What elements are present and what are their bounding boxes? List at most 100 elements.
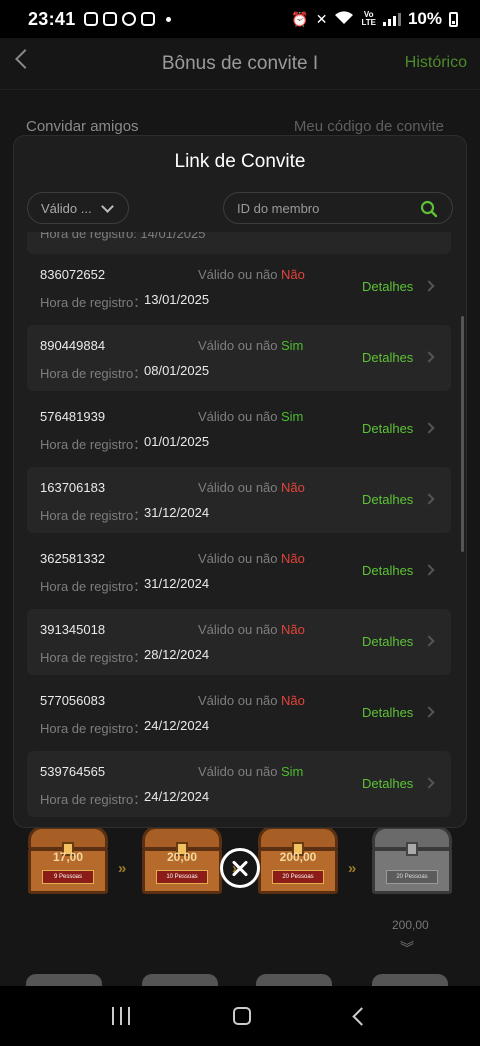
valid-status: Não [281, 480, 305, 495]
whatsapp-icon [121, 12, 136, 26]
member-id: 836072652 [40, 267, 106, 282]
modal-title: Link de Convite [174, 151, 306, 172]
close-modal-button[interactable] [220, 848, 260, 888]
details-button[interactable]: Detalhes [362, 563, 413, 578]
valid-label: Válido ou não [198, 480, 278, 495]
recent-apps-icon[interactable] [111, 1007, 130, 1025]
member-id-input[interactable] [237, 200, 407, 216]
list-item[interactable]: 163706183 Válido ou não Não Hora de registr… [27, 467, 451, 533]
chevron-right-icon[interactable] [423, 422, 435, 434]
registration-date: 24/12/2024 [144, 789, 210, 804]
my-invite-code-label[interactable]: Meu código de convite [294, 118, 444, 135]
chevron-right-icon[interactable] [423, 706, 435, 718]
registration-date: 08/01/2025 [144, 363, 210, 378]
chevron-right-icon[interactable] [423, 493, 435, 505]
list-item[interactable]: Hora de registro: 14/01/2025 [27, 232, 451, 254]
chest-3[interactable]: 200,00 20 Pessoas [258, 826, 338, 896]
chevron-right-icon[interactable] [423, 777, 435, 789]
search-icon[interactable] [420, 200, 438, 218]
registration-label: Hora de registro： [40, 579, 147, 594]
arrow-icon: » [118, 860, 127, 877]
status-bar: 23:41 ⏰ ✕ Vo LTE 10% [0, 0, 480, 38]
registration-date: 28/12/2024 [144, 647, 210, 662]
details-button[interactable]: Detalhes [362, 421, 413, 436]
instagram-icon [140, 12, 155, 26]
member-search[interactable] [223, 192, 453, 224]
registration-date: 13/01/2025 [144, 292, 210, 307]
instagram-icon [102, 12, 117, 26]
list-item[interactable]: 391345018 Válido ou não Não Hora de registr… [27, 609, 451, 675]
list-scrollbar[interactable] [461, 316, 464, 552]
signal-icon [382, 12, 401, 26]
list-item[interactable]: 576481939 Válido ou não Sim Hora de registr… [27, 396, 451, 462]
details-button[interactable]: Detalhes [362, 705, 413, 720]
details-button[interactable]: Detalhes [362, 492, 413, 507]
valid-label: Válido ou não [198, 693, 278, 708]
registration-label: Hora de registro： [40, 650, 147, 665]
valid-label: Válido ou não [198, 764, 278, 779]
expand-down-icon[interactable]: ︾ [400, 938, 414, 958]
details-button[interactable]: Detalhes [362, 350, 413, 365]
registration-label: Hora de registro： [40, 508, 147, 523]
invite-row: Convidar amigos Meu código de convite [0, 118, 480, 135]
list-item[interactable]: 539764565 Válido ou não Sim Hora de registr… [27, 751, 451, 817]
wifi-icon [334, 10, 354, 28]
registration-label: Hora de registro： [40, 295, 147, 310]
valid-label: Válido ou não [198, 267, 278, 282]
validity-filter-value: Válido ... [41, 200, 92, 216]
volte-icon: Vo LTE [361, 10, 376, 27]
member-id: 163706183 [40, 480, 106, 495]
valid-label: Válido ou não [198, 622, 278, 637]
chest-4[interactable]: 20 Pessoas [372, 826, 452, 896]
member-id: 577056083 [40, 693, 106, 708]
list-item[interactable]: 362581332 Válido ou não Não Hora de registr… [27, 538, 451, 604]
valid-label: Válido ou não [198, 338, 278, 353]
registration-label: Hora de registro： [40, 366, 147, 381]
history-link[interactable]: Histórico [405, 54, 467, 72]
registration-partial: Hora de registro: 14/01/2025 [40, 232, 206, 241]
battery-percent: 10% [407, 9, 442, 28]
alarm-icon: ⏰ [291, 10, 309, 27]
chevron-right-icon[interactable] [423, 351, 435, 363]
registration-date: 01/01/2025 [144, 434, 210, 449]
notification-icons [83, 12, 171, 26]
back-icon[interactable] [352, 1006, 371, 1026]
member-id: 539764565 [40, 764, 106, 779]
chest-1[interactable]: 17,00 9 Pessoas [28, 826, 108, 896]
member-id: 391345018 [40, 622, 106, 637]
valid-label: Válido ou não [198, 409, 278, 424]
list-item[interactable]: 836072652 Válido ou não Não Hora de registr… [27, 254, 451, 320]
invite-friends-label: Convidar amigos [26, 118, 139, 135]
chest-4-amount: 200,00 [392, 918, 429, 932]
next-chests-row [0, 974, 480, 986]
registration-date: 31/12/2024 [144, 576, 210, 591]
home-icon[interactable] [233, 1007, 252, 1025]
member-list[interactable]: Hora de registro: 14/01/2025 836072652 Vá… [27, 232, 451, 827]
details-button[interactable]: Detalhes [362, 776, 413, 791]
chevron-down-icon [101, 200, 114, 213]
registration-label: Hora de registro： [40, 721, 147, 736]
member-id: 890449884 [40, 338, 106, 353]
member-id: 576481939 [40, 409, 106, 424]
chevron-right-icon[interactable] [423, 280, 435, 292]
valid-status: Não [281, 267, 305, 282]
details-button[interactable]: Detalhes [362, 634, 413, 649]
instagram-icon [83, 12, 98, 26]
valid-status: Sim [281, 409, 304, 424]
arrow-icon: » [348, 860, 357, 877]
app-header: Bônus de convite I Histórico [0, 38, 480, 90]
list-item[interactable]: 577056083 Válido ou não Não Hora de registr… [27, 680, 451, 746]
registration-date: 31/12/2024 [144, 505, 210, 520]
lock-icon [406, 842, 418, 856]
registration-label: Hora de registro： [40, 792, 147, 807]
member-id: 362581332 [40, 551, 106, 566]
validity-filter-select[interactable]: Válido ... [27, 192, 129, 224]
chevron-right-icon[interactable] [423, 635, 435, 647]
valid-status: Não [281, 622, 305, 637]
details-button[interactable]: Detalhes [362, 279, 413, 294]
list-item[interactable]: 890449884 Válido ou não Sim Hora de registr… [27, 325, 451, 391]
modal-filters: Válido ... [14, 192, 466, 224]
chevron-right-icon[interactable] [423, 564, 435, 576]
chest-2[interactable]: 20,00 10 Pessoas [142, 826, 222, 896]
valid-status: Sim [281, 764, 304, 779]
